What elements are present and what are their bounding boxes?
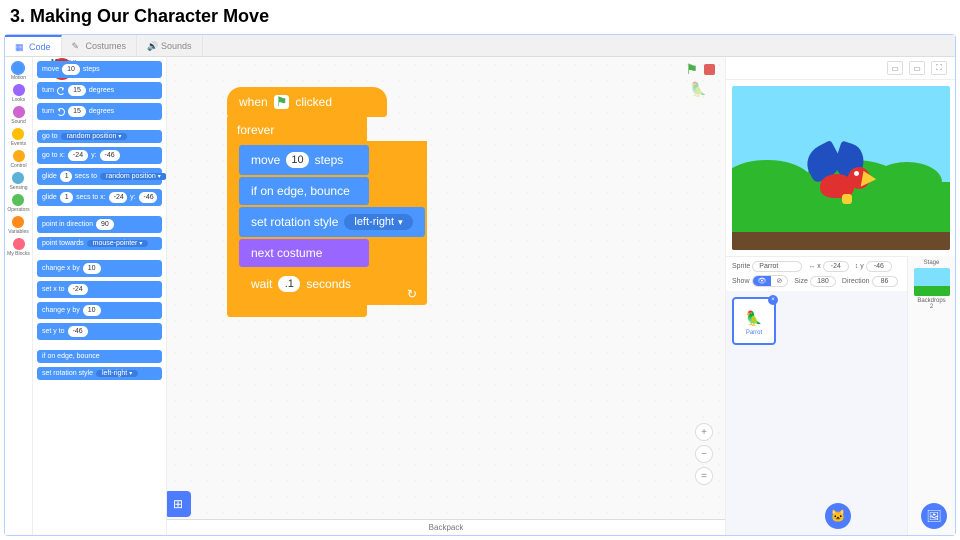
stage-fullscreen-button[interactable]: ⛶ — [931, 61, 947, 75]
stage-selector[interactable]: Stage Backdrops 2 🖼 — [907, 256, 955, 535]
backpack-bar[interactable]: Backpack — [167, 519, 725, 535]
stage-size-controls: ▭ ▭ ⛶ — [726, 57, 955, 80]
category-control[interactable]: Control — [10, 149, 26, 170]
sprite-name-input[interactable]: Parrot — [752, 261, 802, 272]
sprite-name-label: Sprite — [732, 263, 750, 270]
stop-button[interactable] — [704, 64, 715, 75]
block-set-y[interactable]: set y to-46 — [37, 323, 162, 340]
sprite-info-panel: SpriteParrot ↔x-24 ↕y-46 Show👁⊘ Size180 … — [726, 256, 907, 291]
stage-small-button[interactable]: ▭ — [887, 61, 903, 75]
block-change-x[interactable]: change x by10 — [37, 260, 162, 277]
sprite-y-input[interactable]: -46 — [866, 261, 892, 272]
costumes-icon: ✎ — [72, 41, 82, 51]
block-turn-ccw[interactable]: turn15degrees — [37, 103, 162, 120]
turn-ccw-icon — [57, 108, 65, 116]
category-list: MotionLooksSoundEventsControlSensingOper… — [5, 57, 33, 535]
block-glide[interactable]: glide1secs torandom position — [37, 168, 162, 185]
sprite-list: × 🦜 Parrot 🐱 — [726, 291, 907, 535]
stage-ground — [732, 232, 950, 250]
category-looks[interactable]: Looks — [12, 83, 25, 104]
script-stack[interactable]: when⚑clicked forever move10steps if on e… — [227, 87, 427, 317]
add-sprite-button[interactable]: 🐱 — [825, 503, 851, 529]
zoom-out-button[interactable]: − — [695, 445, 713, 463]
script-rotation-style[interactable]: set rotation styleleft-right — [239, 207, 425, 237]
block-point-direction[interactable]: point in direction90 — [37, 216, 162, 233]
sprite-x-input[interactable]: -24 — [823, 261, 849, 272]
block-point-towards[interactable]: point towardsmouse-pointer — [37, 237, 162, 250]
green-flag-button[interactable]: ⚑ — [685, 61, 698, 78]
tab-sounds[interactable]: 🔊 Sounds — [137, 35, 203, 56]
block-rotation-style[interactable]: set rotation styleleft-right — [37, 367, 162, 380]
tab-costumes[interactable]: ✎ Costumes — [62, 35, 138, 56]
category-sound[interactable]: Sound — [11, 105, 25, 126]
zoom-reset-button[interactable]: = — [695, 467, 713, 485]
sprite-show-label: Show — [732, 278, 750, 285]
block-palette: Motion move10steps turn15degrees turn15d… — [33, 57, 167, 535]
editor-tabs: ▦ Code ✎ Costumes 🔊 Sounds — [5, 35, 955, 57]
sounds-icon: 🔊 — [147, 41, 157, 51]
category-operators[interactable]: Operators — [7, 193, 29, 214]
run-controls: ⚑ — [685, 61, 715, 78]
backdrops-count: 2 — [908, 304, 955, 310]
editor-main: MotionLooksSoundEventsControlSensingOper… — [5, 57, 955, 535]
sprite-direction-label: Direction — [842, 278, 870, 285]
forever-foot — [227, 303, 367, 317]
sprite-card-parrot[interactable]: × 🦜 Parrot — [732, 297, 776, 345]
zoom-in-button[interactable]: + — [695, 423, 713, 441]
tab-sounds-label: Sounds — [161, 41, 192, 51]
tab-costumes-label: Costumes — [86, 41, 127, 51]
block-glide-xy[interactable]: glide1secs to x:-24y:-46 — [37, 189, 162, 206]
sprite-card-label: Parrot — [746, 330, 762, 336]
script-edge-bounce[interactable]: if on edge, bounce — [239, 177, 369, 205]
code-icon: ▦ — [15, 42, 25, 52]
block-goto-xy[interactable]: go to x:-24y:-46 — [37, 147, 162, 164]
category-motion[interactable]: Motion — [11, 61, 26, 82]
block-when-flag-clicked[interactable]: when⚑clicked — [227, 87, 387, 117]
right-panel: ▭ ▭ ⛶ SpriteParrot ↔x-24 ↕y-46 Show👁⊘ Si… — [725, 57, 955, 535]
sprite-size-input[interactable]: 180 — [810, 276, 836, 287]
scratch-editor: ▦ Code ✎ Costumes 🔊 Sounds MotionLooksSound… — [4, 34, 956, 536]
block-forever[interactable]: forever — [227, 115, 367, 143]
tab-code[interactable]: ▦ Code — [5, 35, 62, 56]
script-wait[interactable]: wait.1seconds — [239, 269, 369, 299]
block-edge-bounce[interactable]: if on edge, bounce — [37, 350, 162, 363]
zoom-controls: + − = — [695, 423, 713, 485]
tab-code-label: Code — [29, 42, 51, 52]
delete-sprite-icon[interactable]: × — [768, 295, 778, 305]
stage[interactable] — [732, 86, 950, 250]
script-move[interactable]: move10steps — [239, 145, 369, 175]
add-extension-button[interactable]: ⊞ — [167, 491, 191, 517]
stage-large-button[interactable]: ▭ — [909, 61, 925, 75]
category-my-blocks[interactable]: My Blocks — [7, 237, 30, 258]
workspace-sprite-watermark: 🦜 — [690, 81, 707, 98]
block-change-y[interactable]: change y by10 — [37, 302, 162, 319]
turn-cw-icon — [57, 87, 65, 95]
sprite-thumb: 🦜 — [740, 306, 768, 330]
sprite-direction-input[interactable]: 86 — [872, 276, 898, 287]
flag-icon: ⚑ — [274, 95, 290, 109]
workspace[interactable]: ⚑ 🦜 when⚑clicked forever move10steps if … — [167, 57, 725, 535]
sprite-size-label: Size — [794, 278, 808, 285]
sprite-visibility-toggle[interactable]: 👁⊘ — [752, 275, 789, 287]
category-sensing[interactable]: Sensing — [9, 171, 27, 192]
block-set-x[interactable]: set x to-24 — [37, 281, 162, 298]
stage-thumbnail[interactable] — [914, 268, 950, 296]
stage-selector-title: Stage — [908, 260, 955, 266]
script-next-costume[interactable]: next costume — [239, 239, 369, 267]
forever-body: move10steps if on edge, bounce set rotat… — [227, 141, 427, 305]
block-turn-cw[interactable]: turn15degrees — [37, 82, 162, 99]
block-move-steps[interactable]: move10steps — [37, 61, 162, 78]
category-events[interactable]: Events — [11, 127, 26, 148]
stage-parrot-sprite[interactable] — [802, 144, 882, 214]
category-variables[interactable]: Variables — [8, 215, 28, 236]
page-title: 3. Making Our Character Move — [0, 0, 960, 33]
add-backdrop-button[interactable]: 🖼 — [921, 503, 947, 529]
block-goto[interactable]: go torandom position — [37, 130, 162, 143]
